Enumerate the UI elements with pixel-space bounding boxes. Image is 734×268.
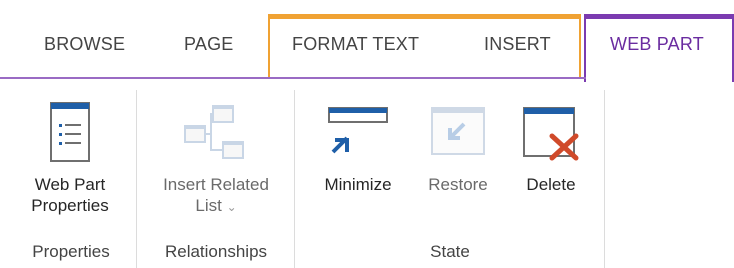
ribbon-body: Web Part Properties Insert Related List …: [0, 82, 734, 268]
tab-browse[interactable]: BROWSE: [44, 34, 125, 55]
tab-web-part[interactable]: WEB PART: [610, 34, 704, 55]
group-separator: [604, 90, 605, 268]
group-label-state: State: [430, 242, 470, 261]
restore-label: Restore: [428, 175, 488, 194]
insert-related-list-label-line2: List ⌄: [142, 195, 290, 218]
tab-bar-underline: [0, 77, 586, 79]
group-separator: [136, 90, 137, 268]
web-part-properties-button[interactable]: Web Part Properties: [8, 90, 132, 216]
insert-related-list-label-text: List: [195, 196, 222, 215]
group-label-relationships: Relationships: [164, 242, 268, 261]
restore-icon: [428, 102, 488, 162]
insert-related-list-button[interactable]: Insert Related List ⌄: [142, 90, 290, 218]
tab-format-text[interactable]: FORMAT TEXT: [292, 34, 419, 55]
group-separator: [294, 90, 295, 268]
restore-button[interactable]: Restore: [414, 90, 502, 195]
minimize-icon: [325, 102, 391, 162]
delete-button[interactable]: Delete: [508, 90, 594, 195]
tab-page[interactable]: PAGE: [184, 34, 233, 55]
chevron-down-icon: ⌄: [226, 200, 237, 214]
ribbon-tab-bar: BROWSE PAGE FORMAT TEXT INSERT WEB PART: [0, 0, 734, 82]
group-label-properties: Properties: [32, 242, 110, 261]
web-part-properties-label-line2: Properties: [31, 196, 109, 215]
minimize-button[interactable]: Minimize: [306, 90, 410, 195]
properties-list-icon: [50, 102, 90, 164]
minimize-label: Minimize: [324, 175, 392, 194]
insert-related-list-label-line1: Insert Related: [163, 175, 269, 194]
tab-insert[interactable]: INSERT: [484, 34, 551, 55]
web-part-properties-label-line1: Web Part: [34, 175, 106, 194]
related-list-icon: [181, 104, 251, 162]
delete-icon: [520, 102, 582, 162]
delete-label: Delete: [526, 175, 576, 194]
